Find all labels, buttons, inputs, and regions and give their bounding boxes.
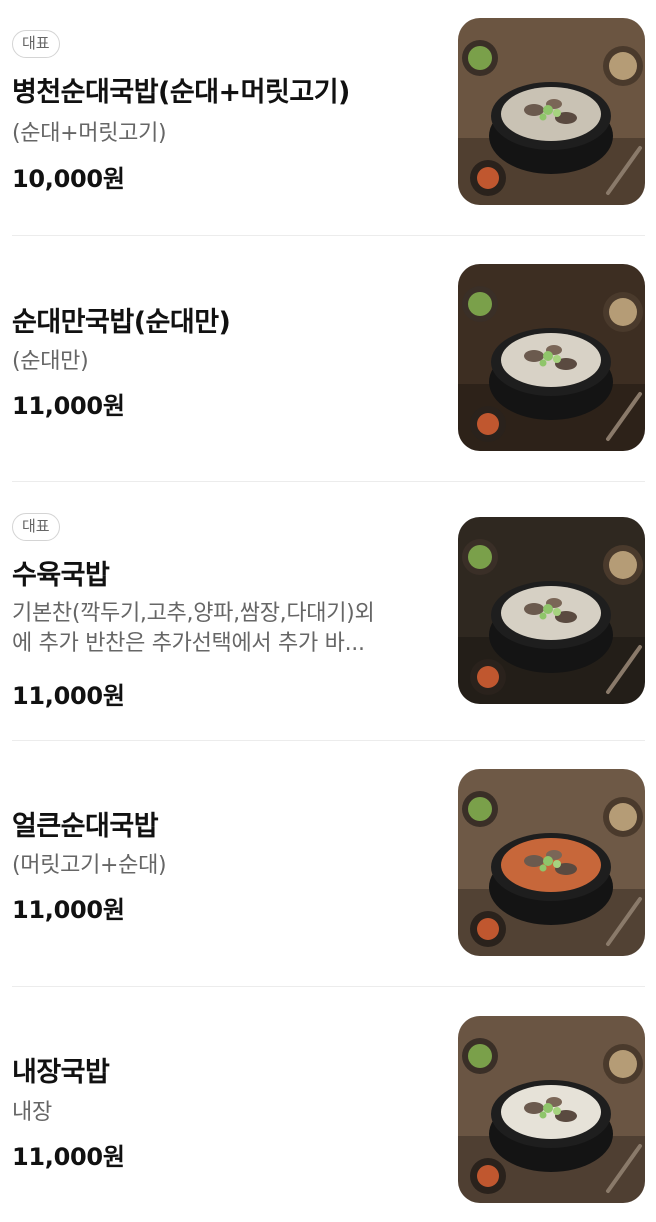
- divider: [12, 481, 645, 482]
- spicy-soup-bowl-photo: [458, 769, 645, 956]
- menu-item-name: 수육국밥: [12, 560, 110, 591]
- soup-bowl-photo: [458, 517, 645, 704]
- menu-item-photo[interactable]: [458, 517, 645, 704]
- menu-item-price: 10,000원: [12, 165, 125, 193]
- divider: [12, 986, 645, 987]
- menu-item-description: (순대만): [12, 347, 432, 377]
- menu-item-photo[interactable]: [458, 769, 645, 956]
- menu-list: 대표 병천순대국밥(순대+머릿고기) (순대+머릿고기) 10,000원 순대만…: [0, 0, 656, 1222]
- divider: [12, 235, 645, 236]
- signature-badge: 대표: [12, 30, 60, 58]
- menu-item-photo[interactable]: [458, 18, 645, 205]
- soup-bowl-photo: [458, 18, 645, 205]
- menu-item-price: 11,000원: [12, 1143, 125, 1171]
- menu-item-photo[interactable]: [458, 264, 645, 451]
- menu-item[interactable]: 얼큰순대국밥 (머릿고기+순대) 11,000원: [12, 769, 645, 956]
- menu-item[interactable]: 내장국밥 내장 11,000원: [12, 1016, 645, 1203]
- menu-item-name: 순대만국밥(순대만): [12, 307, 231, 338]
- menu-item-info: 순대만국밥(순대만) (순대만) 11,000원: [12, 264, 432, 451]
- divider: [12, 740, 645, 741]
- menu-item-name: 내장국밥: [12, 1057, 110, 1088]
- menu-item-name: 병천순대국밥(순대+머릿고기): [12, 77, 350, 108]
- menu-item[interactable]: 순대만국밥(순대만) (순대만) 11,000원: [12, 264, 645, 451]
- menu-item-description-line: 내장: [12, 1100, 52, 1125]
- menu-item-name: 얼큰순대국밥: [12, 811, 159, 842]
- menu-item-price: 11,000원: [12, 392, 125, 420]
- menu-item-price: 11,000원: [12, 896, 125, 924]
- signature-badge: 대표: [12, 513, 60, 541]
- menu-item-description-line: (머릿고기+순대): [12, 853, 167, 878]
- menu-item-description: (머릿고기+순대): [12, 851, 432, 881]
- menu-item[interactable]: 대표 수육국밥 기본찬(깍두기,고추,양파,쌈장,다대기)외 에 추가 반찬은 …: [12, 513, 645, 710]
- menu-item-description: 내장: [12, 1098, 432, 1128]
- menu-item-photo[interactable]: [458, 1016, 645, 1203]
- menu-item-info: 대표 수육국밥 기본찬(깍두기,고추,양파,쌈장,다대기)외 에 추가 반찬은 …: [12, 513, 432, 710]
- menu-item-description: (순대+머릿고기): [12, 119, 432, 149]
- menu-item-info: 내장국밥 내장 11,000원: [12, 1016, 432, 1203]
- menu-item-info: 얼큰순대국밥 (머릿고기+순대) 11,000원: [12, 769, 432, 956]
- soup-bowl-photo: [458, 1016, 645, 1203]
- menu-item-description-line: 기본찬(깍두기,고추,양파,쌈장,다대기)외: [12, 601, 375, 626]
- menu-item-info: 대표 병천순대국밥(순대+머릿고기) (순대+머릿고기) 10,000원: [12, 18, 432, 205]
- menu-item-description: 기본찬(깍두기,고추,양파,쌈장,다대기)외 에 추가 반찬은 추가선택에서 추…: [12, 599, 432, 659]
- soup-bowl-photo: [458, 264, 645, 451]
- menu-item-description-line: (순대만): [12, 349, 89, 374]
- menu-item[interactable]: 대표 병천순대국밥(순대+머릿고기) (순대+머릿고기) 10,000원: [12, 18, 645, 205]
- menu-item-description-line: (순대+머릿고기): [12, 121, 167, 146]
- menu-item-price: 11,000원: [12, 682, 125, 710]
- menu-item-description-line: 에 추가 반찬은 추가선택에서 추가 바...: [12, 631, 365, 656]
